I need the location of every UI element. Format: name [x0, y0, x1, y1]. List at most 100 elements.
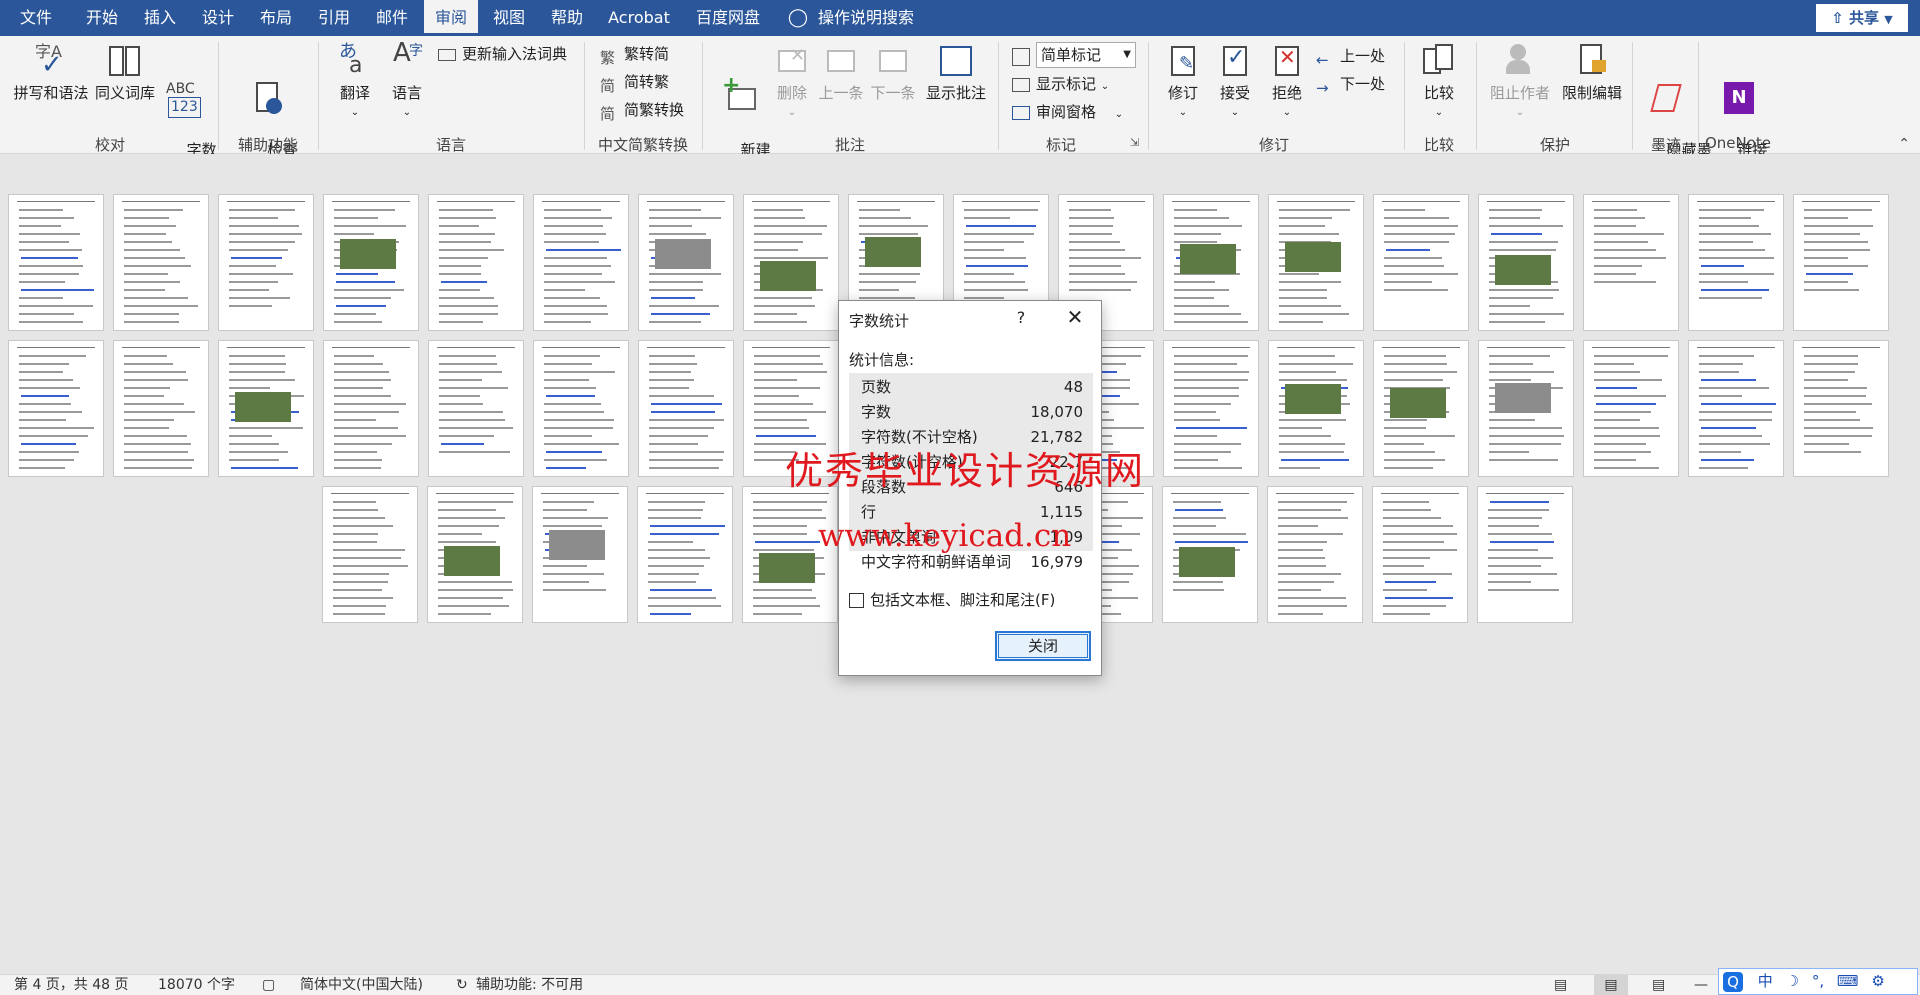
ime-settings-icon[interactable]: ⚙ [1871, 972, 1884, 990]
track-changes-button[interactable]: ✎ 修订 ⌄ [1158, 42, 1208, 122]
stat-row-words: 字数 18,070 [861, 400, 1087, 424]
page-thumbnail[interactable] [1688, 340, 1784, 477]
accept-change-button[interactable]: ✓ 接受 ⌄ [1210, 42, 1260, 122]
markup-mode-dropdown[interactable]: 简单标记 ▼ [1036, 42, 1136, 68]
reviewing-pane-button[interactable]: 审阅窗格 ⌄ [1012, 100, 1123, 124]
show-comments-button[interactable]: 显示批注 [920, 42, 992, 103]
tab-home[interactable]: 开始 [72, 0, 132, 36]
page-thumbnail[interactable] [1268, 340, 1364, 477]
page-thumbnail[interactable] [1477, 486, 1573, 623]
chinese-conversion-button[interactable]: 简简繁转换 [600, 98, 684, 123]
page-thumbnail[interactable] [533, 340, 629, 477]
restrict-editing-button[interactable]: 限制编辑 [1556, 42, 1628, 103]
tell-me-search[interactable]: 操作说明搜索 [818, 0, 928, 36]
tab-baidu-netdisk[interactable]: 百度网盘 [688, 0, 768, 36]
dialog-launcher-icon[interactable]: ⇲ [1130, 136, 1139, 149]
page-thumbnail[interactable] [1793, 340, 1889, 477]
page-thumbnail[interactable] [1373, 194, 1469, 331]
tab-layout[interactable]: 布局 [246, 0, 306, 36]
page-thumbnail[interactable] [323, 340, 419, 477]
page-thumbnail[interactable] [428, 340, 524, 477]
page-thumbnail[interactable] [8, 194, 104, 331]
thesaurus-button[interactable]: 同义词库 [92, 42, 158, 103]
page-thumbnail[interactable] [1373, 340, 1469, 477]
page-indicator[interactable]: 第 4 页，共 48 页 [14, 975, 129, 995]
language-button[interactable]: A 字 语言 ⌄ [382, 40, 432, 122]
block-authors-button[interactable]: 阻止作者 ⌄ [1484, 42, 1556, 122]
page-thumbnail[interactable] [218, 340, 314, 477]
ime-chinese-mode[interactable]: 中 [1758, 972, 1773, 990]
page-thumbnail[interactable] [1793, 194, 1889, 331]
dialog-close-button[interactable]: ✕ [1061, 305, 1089, 329]
reject-change-button[interactable]: ✕ 拒绝 ⌄ [1262, 42, 1312, 122]
close-button[interactable]: 关闭 [995, 631, 1091, 661]
page-thumbnail[interactable] [8, 340, 104, 477]
tab-acrobat[interactable]: Acrobat [604, 0, 674, 36]
page-thumbnail[interactable] [1268, 194, 1364, 331]
show-markup-button[interactable]: 显示标记 ⌄ [1012, 72, 1109, 96]
page-thumbnail[interactable] [1583, 194, 1679, 331]
proofing-status-icon[interactable]: ▢ [262, 975, 275, 995]
ime-moon-icon[interactable]: ☽ [1786, 972, 1799, 990]
share-button[interactable]: ⇧ 共享 ▼ [1816, 4, 1908, 32]
update-ime-dictionary-button[interactable]: 更新输入法词典 [438, 42, 567, 66]
page-thumbnail[interactable] [742, 486, 838, 623]
word-count-indicator[interactable]: 18070 个字 [158, 975, 235, 995]
include-textboxes-checkbox[interactable]: 包括文本框、脚注和尾注(F) [849, 589, 1055, 610]
tab-design[interactable]: 设计 [188, 0, 248, 36]
group-accessibility-label: 辅助功能 [237, 136, 298, 154]
page-thumbnail[interactable] [743, 194, 839, 331]
page-thumbnail[interactable] [1478, 340, 1574, 477]
page-thumbnail[interactable] [1688, 194, 1784, 331]
page-thumbnail[interactable] [637, 486, 733, 623]
print-layout-icon[interactable]: ▤ [1594, 975, 1628, 995]
tab-references[interactable]: 引用 [304, 0, 364, 36]
page-thumbnail[interactable] [1163, 340, 1259, 477]
compare-button[interactable]: 比较 ⌄ [1414, 42, 1464, 122]
page-thumbnail[interactable] [532, 486, 628, 623]
page-thumbnail[interactable] [1163, 194, 1259, 331]
simplified-to-traditional-button[interactable]: 简简转繁 [600, 70, 669, 95]
page-thumbnail[interactable] [533, 194, 629, 331]
translate-icon: あ a [339, 41, 363, 78]
web-layout-icon[interactable]: ▤ [1652, 975, 1665, 995]
spelling-grammar-button[interactable]: 字A ✓ 拼写和语法 [10, 42, 92, 103]
previous-change-button[interactable]: ← 上一处 [1316, 44, 1385, 69]
tab-view[interactable]: 视图 [480, 0, 538, 36]
page-thumbnail[interactable] [1583, 340, 1679, 477]
accessibility-indicator[interactable]: 辅助功能: 不可用 [476, 975, 583, 995]
ime-keyboard-icon[interactable]: ⌨ [1837, 972, 1859, 990]
page-thumbnail[interactable] [1478, 194, 1574, 331]
previous-comment-button[interactable]: 上一条 [816, 42, 866, 103]
ime-logo-icon[interactable]: Q [1723, 971, 1743, 992]
page-thumbnail[interactable] [113, 194, 209, 331]
translate-button[interactable]: あ a 翻译 ⌄ [330, 42, 380, 122]
tab-file[interactable]: 文件 [6, 0, 66, 36]
tab-mailings[interactable]: 邮件 [362, 0, 422, 36]
page-thumbnail[interactable] [323, 194, 419, 331]
page-thumbnail[interactable] [218, 194, 314, 331]
delete-comment-button[interactable]: ✕ 删除 ⌄ [768, 42, 816, 122]
next-change-button[interactable]: → 下一处 [1316, 72, 1385, 97]
checkbox-box[interactable] [849, 593, 864, 608]
page-thumbnail[interactable] [1162, 486, 1258, 623]
tab-insert[interactable]: 插入 [130, 0, 190, 36]
page-thumbnail[interactable] [1372, 486, 1468, 623]
next-comment-button[interactable]: 下一条 [868, 42, 918, 103]
collapse-ribbon-icon[interactable]: ⌃ [1898, 136, 1910, 152]
page-thumbnail[interactable] [638, 340, 734, 477]
ime-punctuation-icon[interactable]: °, [1812, 972, 1824, 990]
tab-review[interactable]: 审阅 [424, 0, 478, 36]
page-thumbnail[interactable] [322, 486, 418, 623]
language-indicator[interactable]: 简体中文(中国大陆) [300, 975, 423, 995]
zoom-slider[interactable]: — [1694, 975, 1708, 995]
page-thumbnail[interactable] [113, 340, 209, 477]
page-thumbnail[interactable] [638, 194, 734, 331]
read-mode-icon[interactable]: ▤ [1554, 975, 1567, 995]
traditional-to-simplified-button[interactable]: 繁繁转简 [600, 42, 669, 67]
page-thumbnail[interactable] [1267, 486, 1363, 623]
help-button[interactable]: ? [1011, 308, 1031, 327]
page-thumbnail[interactable] [427, 486, 523, 623]
tab-help[interactable]: 帮助 [538, 0, 596, 36]
page-thumbnail[interactable] [428, 194, 524, 331]
